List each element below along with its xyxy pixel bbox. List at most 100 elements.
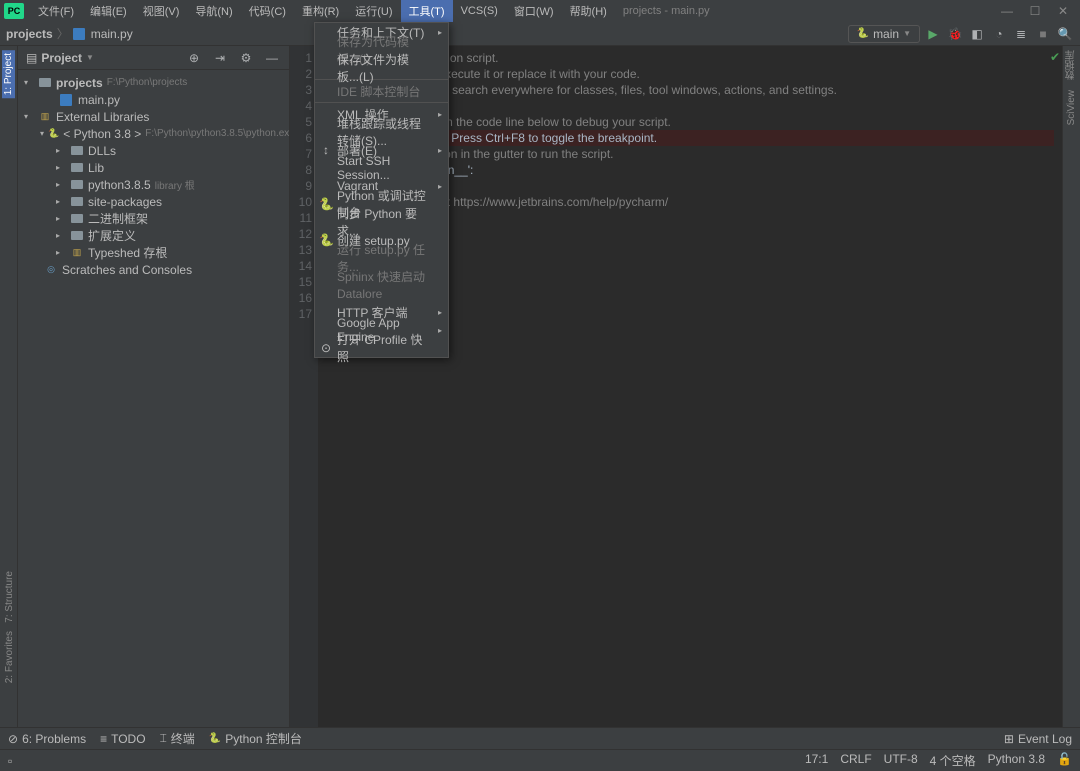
root-path: F:\Python\projects: [107, 77, 188, 88]
menubar: PC 文件(F)编辑(E)视图(V)导航(N)代码(C)重构(R)运行(U)工具…: [0, 0, 1080, 22]
menubar-item[interactable]: 重构(R): [294, 0, 347, 22]
breadcrumb[interactable]: projects 〉 main.py: [6, 25, 133, 42]
event-log-tab[interactable]: ⊞Event Log: [1004, 732, 1072, 746]
right-tool-strip: 数据库 SciView: [1062, 46, 1080, 727]
database-tool-tab[interactable]: 数据库: [1064, 50, 1079, 80]
sdk-label: < Python 3.8 >: [63, 127, 141, 141]
menu-item[interactable]: 堆栈跟踪或线程转储(S)...: [315, 123, 448, 141]
submenu-arrow-icon: ▸: [438, 182, 442, 191]
run-config-name: main: [873, 27, 899, 41]
menubar-item[interactable]: 导航(N): [187, 0, 240, 22]
menubar-item[interactable]: 运行(U): [347, 0, 400, 22]
tree-folder[interactable]: ▸二进制框架: [18, 210, 289, 227]
menubar-item[interactable]: 文件(F): [30, 0, 82, 22]
sdk-status[interactable]: Python 3.8: [988, 752, 1045, 769]
menu-item-icon: ↕: [319, 143, 333, 157]
navbar: projects 〉 main.py 🐍 main ▼ ▶ 🐞 ◧ ◔ ≣ ■ …: [0, 22, 1080, 46]
submenu-arrow-icon: ▸: [438, 146, 442, 155]
cursor-position[interactable]: 17:1: [805, 752, 828, 769]
project-panel: ▤ Project ▼ ⊕ ⇥ ⚙ — ▾ projects F:\Python…: [18, 46, 290, 727]
todo-tab[interactable]: ≡TODO: [100, 732, 145, 746]
debug-button[interactable]: 🐞: [946, 25, 964, 43]
submenu-arrow-icon: ▸: [438, 326, 442, 335]
structure-tool-tab[interactable]: 7: Structure: [4, 571, 15, 623]
maximize-button[interactable]: ☐: [1022, 2, 1048, 20]
menu-item-icon: 🐍: [319, 197, 333, 211]
tree-folder[interactable]: ▸扩展定义: [18, 227, 289, 244]
line-separator[interactable]: CRLF: [840, 752, 871, 769]
sciview-tool-tab[interactable]: SciView: [1066, 90, 1077, 125]
stop-button[interactable]: ■: [1034, 25, 1052, 43]
settings-icon[interactable]: ⚙: [237, 49, 255, 67]
lock-icon[interactable]: 🔓: [1057, 752, 1072, 769]
project-panel-header: ▤ Project ▼ ⊕ ⇥ ⚙ —: [18, 46, 289, 70]
app-logo: PC: [4, 3, 24, 19]
panel-title[interactable]: Project: [41, 51, 82, 65]
profile-button[interactable]: ◔: [990, 25, 1008, 43]
tree-sdk[interactable]: ▾ 🐍 < Python 3.8 > F:\Python\python3.8.5…: [18, 125, 289, 142]
folder-icon: ▤: [26, 51, 37, 65]
file-name: main.py: [78, 93, 120, 107]
coverage-button[interactable]: ◧: [968, 25, 986, 43]
tree-folder[interactable]: ▸site-packages: [18, 193, 289, 210]
menu-item: Sphinx 快速启动: [315, 267, 448, 285]
bottom-tool-bar: ⊘6: Problems ≡TODO ⌶终端 🐍Python 控制台 ⊞Even…: [0, 727, 1080, 749]
menu-item: IDE 脚本控制台: [315, 82, 448, 100]
inspection-ok-icon[interactable]: ✔: [1050, 50, 1060, 64]
indent-setting[interactable]: 4 个空格: [930, 752, 976, 769]
menubar-item[interactable]: 代码(C): [241, 0, 294, 22]
tool-window-toggle[interactable]: ▫: [8, 754, 12, 768]
scratches-label: Scratches and Consoles: [62, 263, 192, 277]
collapse-icon[interactable]: ⇥: [211, 49, 229, 67]
todo-icon: ≡: [100, 732, 107, 746]
file-encoding[interactable]: UTF-8: [884, 752, 918, 769]
run-config-selector[interactable]: 🐍 main ▼: [848, 25, 920, 43]
menubar-item[interactable]: 视图(V): [135, 0, 188, 22]
submenu-arrow-icon: ▸: [438, 308, 442, 317]
favorites-tool-tab[interactable]: 2: Favorites: [4, 631, 15, 683]
breadcrumb-project[interactable]: projects: [6, 27, 53, 41]
sdk-path: F:\Python\python3.8.5\python.exe: [145, 128, 289, 139]
menubar-item[interactable]: 编辑(E): [82, 0, 135, 22]
locate-icon[interactable]: ⊕: [185, 49, 203, 67]
minimize-button[interactable]: —: [994, 2, 1020, 20]
python-console-tab[interactable]: 🐍Python 控制台: [209, 730, 302, 747]
python-file-icon: [73, 28, 85, 40]
problems-tab[interactable]: ⊘6: Problems: [8, 732, 86, 746]
menu-item: 运行 setup.py 任务...: [315, 249, 448, 267]
submenu-arrow-icon: ▸: [438, 110, 442, 119]
statusbar: ▫ 17:1 CRLF UTF-8 4 个空格 Python 3.8 🔓: [0, 749, 1080, 771]
tree-scratches[interactable]: ◎ Scratches and Consoles: [18, 261, 289, 278]
tree-external-libs[interactable]: ▾ ▥ External Libraries: [18, 108, 289, 125]
menu-item[interactable]: Start SSH Session...: [315, 159, 448, 177]
menubar-item[interactable]: 工具(T): [401, 0, 453, 22]
warning-icon: ⊘: [8, 732, 18, 746]
python-icon: 🐍: [209, 733, 221, 744]
menu-item[interactable]: 保存文件为模板...(L): [315, 59, 448, 77]
menu-item-icon: ⊙: [319, 341, 333, 355]
close-button[interactable]: ✕: [1050, 2, 1076, 20]
submenu-arrow-icon: ▸: [438, 28, 442, 37]
tree-typeshed[interactable]: ▸ ▥ Typeshed 存根: [18, 244, 289, 261]
menubar-item[interactable]: VCS(S): [453, 0, 506, 22]
menu-item[interactable]: 同步 Python 要求...: [315, 213, 448, 231]
breadcrumb-file[interactable]: main.py: [91, 27, 133, 41]
tree-root[interactable]: ▾ projects F:\Python\projects: [18, 74, 289, 91]
tree-folder[interactable]: ▸python3.8.5library 根: [18, 176, 289, 193]
menubar-item[interactable]: 窗口(W): [506, 0, 562, 22]
window-title: projects - main.py: [615, 5, 718, 17]
tools-menu[interactable]: 任务和上下文(T)▸保存为代码模板...(I)保存文件为模板...(L)IDE …: [314, 22, 449, 358]
project-tree[interactable]: ▾ projects F:\Python\projects main.py ▾ …: [18, 70, 289, 727]
hide-icon[interactable]: —: [263, 49, 281, 67]
search-button[interactable]: 🔍: [1056, 25, 1074, 43]
tree-file-main[interactable]: main.py: [18, 91, 289, 108]
project-tool-tab[interactable]: 1: Project: [2, 50, 15, 98]
concurrency-button[interactable]: ≣: [1012, 25, 1030, 43]
event-log-icon: ⊞: [1004, 732, 1014, 746]
run-button[interactable]: ▶: [924, 25, 942, 43]
tree-folder[interactable]: ▸Lib: [18, 159, 289, 176]
tree-folder[interactable]: ▸DLLs: [18, 142, 289, 159]
menu-item[interactable]: ⊙打开 CProfile 快照: [315, 339, 448, 357]
menubar-item[interactable]: 帮助(H): [562, 0, 615, 22]
terminal-tab[interactable]: ⌶终端: [160, 730, 195, 747]
